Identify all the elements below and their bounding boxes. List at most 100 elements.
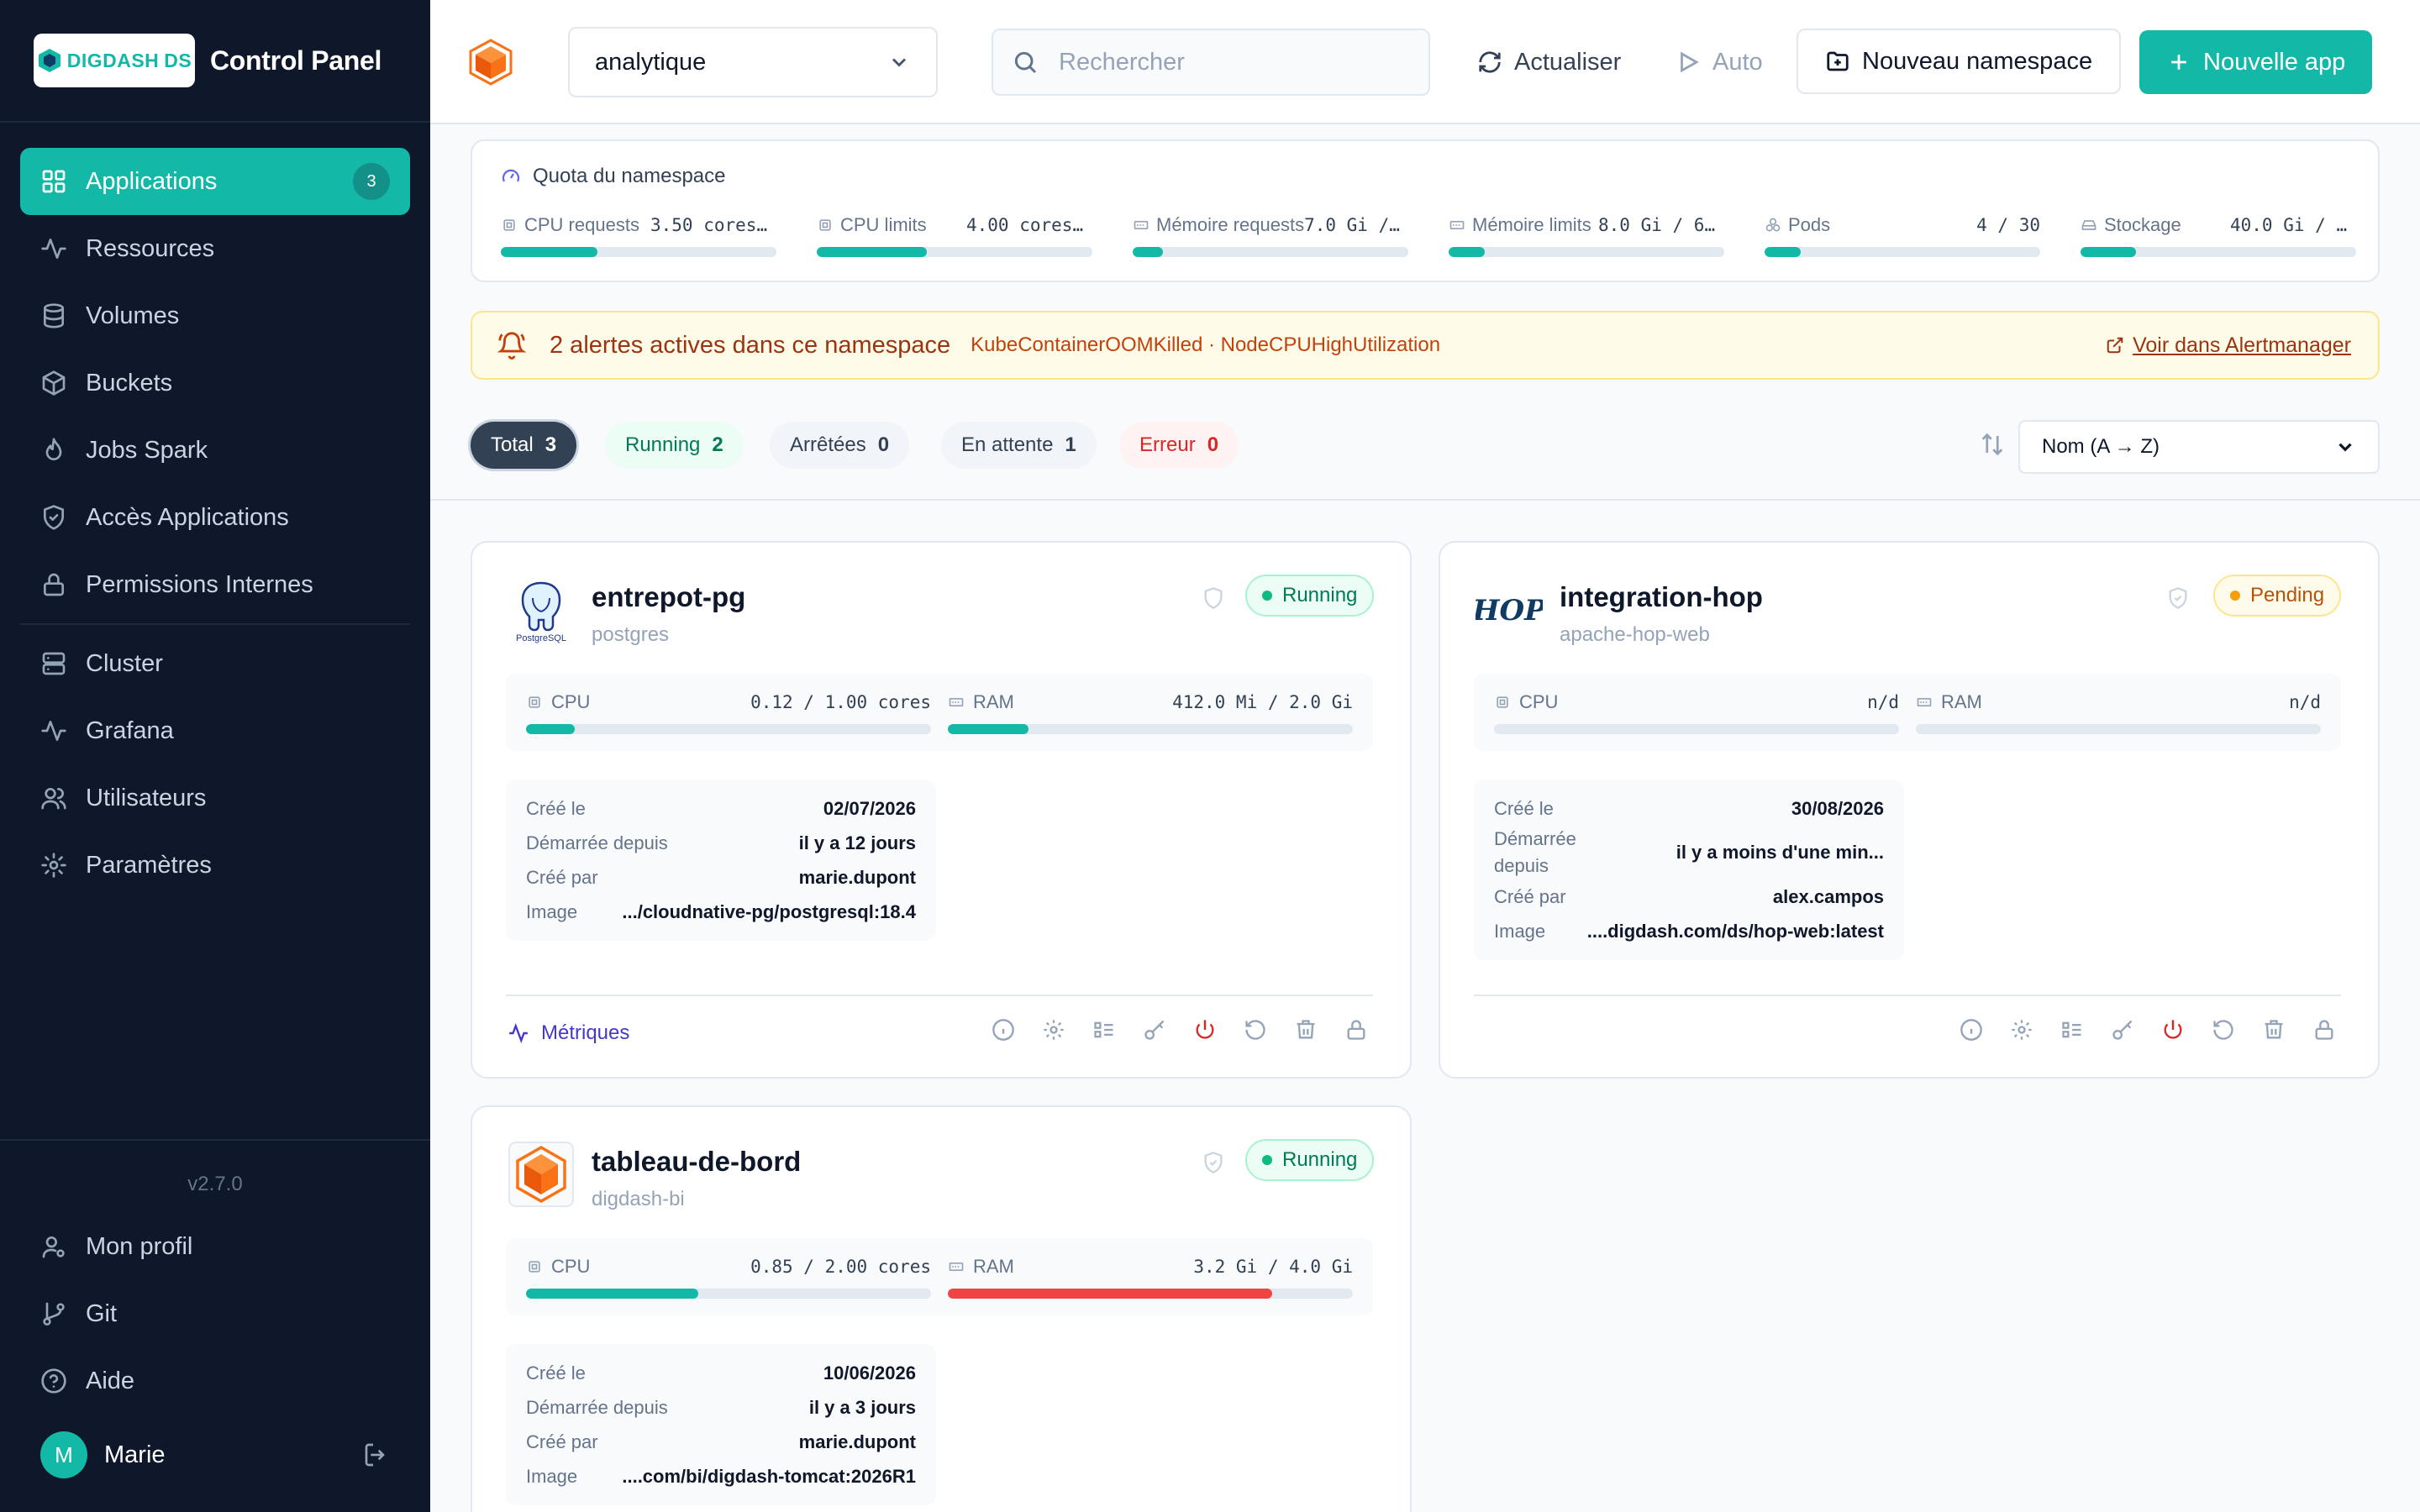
detail-image: Image ....digdash.com/ds/hop-web:latest <box>1494 914 1884 948</box>
checklist-icon[interactable] <box>1092 1018 1116 1042</box>
sort-icon <box>1981 433 2003 456</box>
help-circle-icon <box>41 1368 66 1394</box>
digdash-logo[interactable]: DIGDASH DS <box>34 34 195 87</box>
filter-running[interactable]: Running 2 <box>605 422 744 469</box>
app-name[interactable]: integration-hop <box>1560 581 1763 613</box>
filter-total[interactable]: Total 3 <box>471 422 577 469</box>
sidebar-item-permissions-internes[interactable]: Permissions Internes <box>20 551 410 618</box>
search-input[interactable] <box>1059 48 1395 76</box>
quota-cpu-limits: CPU limits 4.00 cores / 10.00 cores <box>817 212 1092 257</box>
sidebar-item-volumes[interactable]: Volumes <box>20 282 410 349</box>
detail-value: ....com/bi/digdash-tomcat:2026R1 <box>622 1465 916 1487</box>
ram-usage: RAM n/d <box>1916 689 2321 734</box>
checklist-icon[interactable] <box>2060 1018 2084 1042</box>
sidebar-item-cluster[interactable]: Cluster <box>20 630 410 697</box>
key-icon[interactable] <box>1143 1018 1166 1042</box>
refresh-label: Actualiser <box>1514 48 1622 76</box>
sidebar-item-utilisateurs[interactable]: Utilisateurs <box>20 764 410 832</box>
sidebar-item-jobs-spark[interactable]: Jobs Spark <box>20 417 410 484</box>
key-icon[interactable] <box>2111 1018 2134 1042</box>
quota-memory-requests: Mémoire requests7.0 Gi / 64.0 Gi <box>1133 212 1408 257</box>
restart-icon[interactable] <box>2212 1018 2235 1042</box>
app-name[interactable]: tableau-de-bord <box>592 1146 801 1178</box>
shield-check-icon[interactable] <box>1202 1151 1225 1174</box>
memory-icon <box>949 698 964 706</box>
sidebar-item-parametres[interactable]: Paramètres <box>20 832 410 899</box>
app-name[interactable]: entrepot-pg <box>592 581 745 613</box>
quota-label: Stockage <box>2104 214 2181 235</box>
sidebar-item-acces-applications[interactable]: Accès Applications <box>20 484 410 551</box>
quota-bar-fill <box>1449 247 1485 257</box>
cpu-value: 0.85 / 2.00 cores <box>750 1257 931 1277</box>
server-icon <box>42 652 66 675</box>
namespace-cube-icon[interactable] <box>464 35 518 89</box>
info-icon[interactable] <box>992 1018 1015 1042</box>
refresh-button[interactable]: Actualiser <box>1477 29 1621 96</box>
shield-check-icon[interactable] <box>2166 586 2190 610</box>
alertmanager-link-label: Voir dans Alertmanager <box>2133 333 2351 357</box>
auto-refresh-toggle[interactable]: Auto <box>1676 29 1763 96</box>
sidebar-item-grafana[interactable]: Grafana <box>20 697 410 764</box>
filter-error[interactable]: Erreur 0 <box>1119 422 1239 469</box>
postgresql-logo: PostgreSQL <box>516 581 566 643</box>
filter-pending[interactable]: En attente 1 <box>941 422 1097 469</box>
sidebar-item-ressources[interactable]: Ressources <box>20 215 410 282</box>
power-icon[interactable] <box>2161 1018 2185 1042</box>
cpu-bar <box>526 724 931 734</box>
detail-key: Créé par <box>1494 885 1566 907</box>
gear-icon[interactable] <box>1042 1018 1065 1042</box>
sidebar-item-label: Grafana <box>86 717 174 744</box>
namespace-select[interactable]: analytique <box>568 27 938 97</box>
info-icon[interactable] <box>1960 1018 1983 1042</box>
app-details: Créé le 10/06/2026 Démarrée depuis il y a … <box>506 1344 936 1505</box>
sidebar-item-label: Cluster <box>86 649 163 677</box>
search-box <box>992 29 1430 96</box>
sidebar-item-applications[interactable]: Applications 3 <box>20 148 410 215</box>
detail-value: il y a moins d'une min... <box>1676 842 1884 863</box>
power-icon[interactable] <box>1193 1018 1217 1042</box>
detail-started: Démarrée depuis il y a 12 jours <box>526 826 916 860</box>
card-footer-divider <box>1474 995 2341 996</box>
logout-icon[interactable] <box>363 1441 390 1468</box>
new-namespace-button[interactable]: Nouveau namespace <box>1797 29 2122 94</box>
sidebar-item-aide[interactable]: Aide <box>20 1347 410 1415</box>
restart-icon[interactable] <box>1244 1018 1267 1042</box>
sidebar-item-git[interactable]: Git <box>20 1280 410 1347</box>
status-dot <box>1262 1155 1272 1165</box>
activity-icon <box>41 239 66 259</box>
app-card-tableau-de-bord[interactable]: tableau-de-bord digdash-bi Running CPU 0.… <box>471 1105 1412 1512</box>
app-card-integration-hop[interactable]: HOP integration-hop apache-hop-web Pendi… <box>1439 541 2380 1079</box>
quota-bar <box>1133 247 1408 257</box>
metrics-link[interactable]: Métriques <box>508 1008 629 1058</box>
quota-value: 3.50 cores / 10.00 cores <box>650 215 776 235</box>
sidebar: DIGDASH DS Control Panel Applications 3 … <box>0 0 430 1512</box>
sort-select[interactable]: Nom (A → Z) <box>2018 420 2380 474</box>
detail-created: Créé le 02/07/2026 <box>526 791 916 826</box>
cpu-usage: CPU 0.85 / 2.00 cores <box>526 1253 931 1299</box>
new-app-button[interactable]: Nouvelle app <box>2139 30 2373 94</box>
sidebar-item-buckets[interactable]: Buckets <box>20 349 410 417</box>
gear-icon[interactable] <box>2010 1018 2033 1042</box>
logo-suffix: DS <box>164 49 192 71</box>
app-type: digdash-bi <box>592 1188 685 1210</box>
alerts-title: 2 alertes actives dans ce namespace <box>550 331 951 359</box>
users-icon <box>41 788 66 810</box>
user-menu[interactable]: M Marie <box>40 1428 390 1482</box>
filter-stopped[interactable]: Arrêtées 0 <box>770 422 910 469</box>
brand: DIGDASH DS Control Panel <box>0 0 430 123</box>
trash-icon[interactable] <box>2262 1018 2286 1042</box>
trash-icon[interactable] <box>1294 1018 1318 1042</box>
cpu-icon <box>529 696 540 708</box>
refresh-icon <box>1479 51 1501 73</box>
sidebar-item-mon-profil[interactable]: Mon profil <box>20 1213 410 1280</box>
app-type: postgres <box>592 623 670 646</box>
ram-bar <box>1916 724 2321 734</box>
lock-icon[interactable] <box>1344 1018 1368 1042</box>
lock-icon[interactable] <box>2312 1018 2336 1042</box>
detail-value: marie.dupont <box>798 866 916 888</box>
section-divider <box>430 499 2420 501</box>
app-card-entrepot-pg[interactable]: PostgreSQL entrepot-pg postgres Running … <box>471 541 1412 1079</box>
shield-icon[interactable] <box>1202 586 1225 610</box>
cpu-icon <box>1497 696 1508 708</box>
alertmanager-link[interactable]: Voir dans Alertmanager <box>2106 333 2351 358</box>
